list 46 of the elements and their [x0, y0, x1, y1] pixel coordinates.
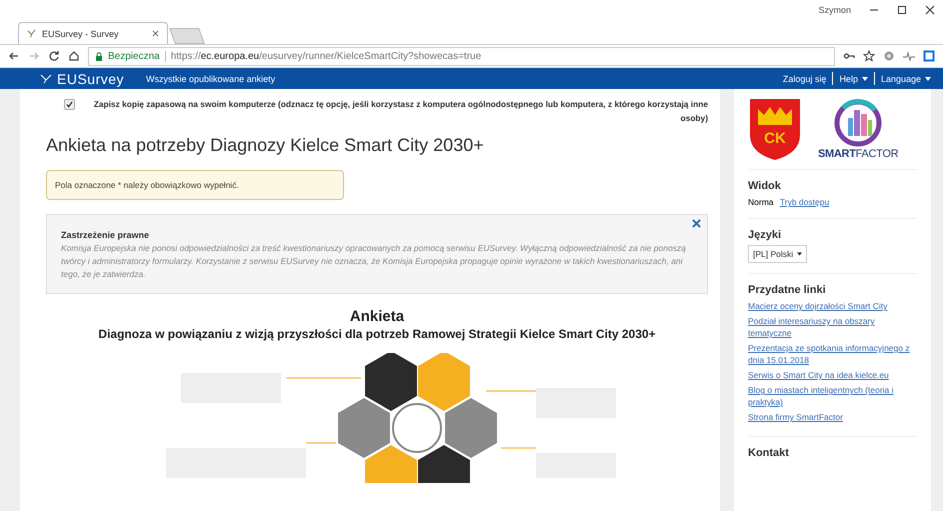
user-name: Szymon: [818, 5, 851, 15]
lock-icon: [95, 52, 103, 60]
disclaimer-text: Komisja Europejska nie ponosi odpowiedzialności za treść kwestionariuszy opracowanych za pomocą serwisu EUSurvey. Wyłączną odpowiedzialność za nie ponoszą twórcy i administratorzy formularzy. Korzystanie z serwisu EUSurvey nie oznacza, że Komisja Europejska propaguje opinie wyrażone w takich kwestionariuszach, ani tego, że je zatwierdza.: [61, 243, 686, 279]
accessibility-link[interactable]: Tryb dostępu: [780, 197, 830, 207]
close-icon[interactable]: [152, 30, 159, 37]
section-title: Języki: [748, 229, 782, 241]
sidebar-link[interactable]: Macierz oceny dojrzałości Smart City: [748, 300, 917, 312]
required-notice: Pola oznaczone * należy obowiązkowo wypełnić.: [46, 170, 344, 200]
city-crest-logo: CK: [748, 97, 802, 161]
section-title: Widok: [748, 180, 782, 192]
pulse-icon[interactable]: [903, 50, 915, 62]
site-logo[interactable]: EUSurvey: [40, 70, 124, 86]
caret-icon[interactable]: [862, 76, 868, 80]
reload-icon[interactable]: [48, 50, 60, 62]
nav-link[interactable]: Language: [880, 74, 931, 84]
nav-link[interactable]: Help: [839, 74, 868, 84]
checkbox[interactable]: [64, 99, 75, 110]
window-icon[interactable]: [923, 50, 935, 62]
browser-tab[interactable]: EUSurvey - Survey: [18, 22, 168, 44]
sidebar-link[interactable]: Prezentacja ze spotkania informacyjnego z dnia 15.01.2018: [748, 342, 917, 366]
sidebar-link[interactable]: Serwis o Smart City na idea kielce.eu: [748, 369, 917, 381]
brand-logo: SMARTFACTOR: [818, 98, 898, 160]
view-mode: Norma: [748, 197, 774, 207]
checkbox-label: Zapisz kopię zapasową na swoim komputerze (odznacz tę opcję, jeśli korzystasz z komputera ogólnodostępnego lub komputera, z którego korzystają inne osoby): [92, 98, 708, 125]
language-select[interactable]: [PL] Polski: [748, 245, 808, 263]
section-heading: Ankieta: [348, 308, 406, 325]
close-icon[interactable]: [925, 5, 935, 15]
extension-icon[interactable]: [883, 50, 895, 62]
caret-icon: [797, 252, 802, 256]
back-icon[interactable]: [8, 50, 20, 62]
nav-link[interactable]: Wszystkie opublikowane ankiety: [146, 74, 276, 84]
favicon-icon: [27, 29, 36, 38]
sidebar-link[interactable]: Podział interesariuszy na obszary tematyczne: [748, 315, 917, 339]
section-title: Przydatne linki: [748, 284, 827, 296]
star-icon[interactable]: [863, 50, 875, 62]
home-icon[interactable]: [68, 50, 80, 62]
sidebar-link[interactable]: Blog o miastach inteligentnych (teoria i praktyka): [748, 384, 917, 408]
survey-title: Ankieta na potrzeby Diagnozy Kielce Smart City 2030+: [46, 135, 485, 156]
nav-link[interactable]: Zaloguj się: [782, 74, 826, 84]
sidebar-link[interactable]: Strona firmy SmartFactor: [748, 411, 917, 423]
address-field[interactable]: Bezpieczna https://ec.europa.eu/eusurvey/runner/KielceSmartCity?showecas=true: [88, 46, 835, 66]
section-subtitle: Diagnoza w powiązaniu z wizją przyszłości dla potrzeb Ramowej Strategii Kielce Smart City 2030+: [97, 327, 657, 341]
caret-icon[interactable]: [925, 76, 931, 80]
maximize-icon[interactable]: [897, 5, 907, 15]
disclaimer-title: Zastrzeżenie prawne: [61, 229, 150, 242]
section-title: Kontakt: [748, 447, 790, 459]
